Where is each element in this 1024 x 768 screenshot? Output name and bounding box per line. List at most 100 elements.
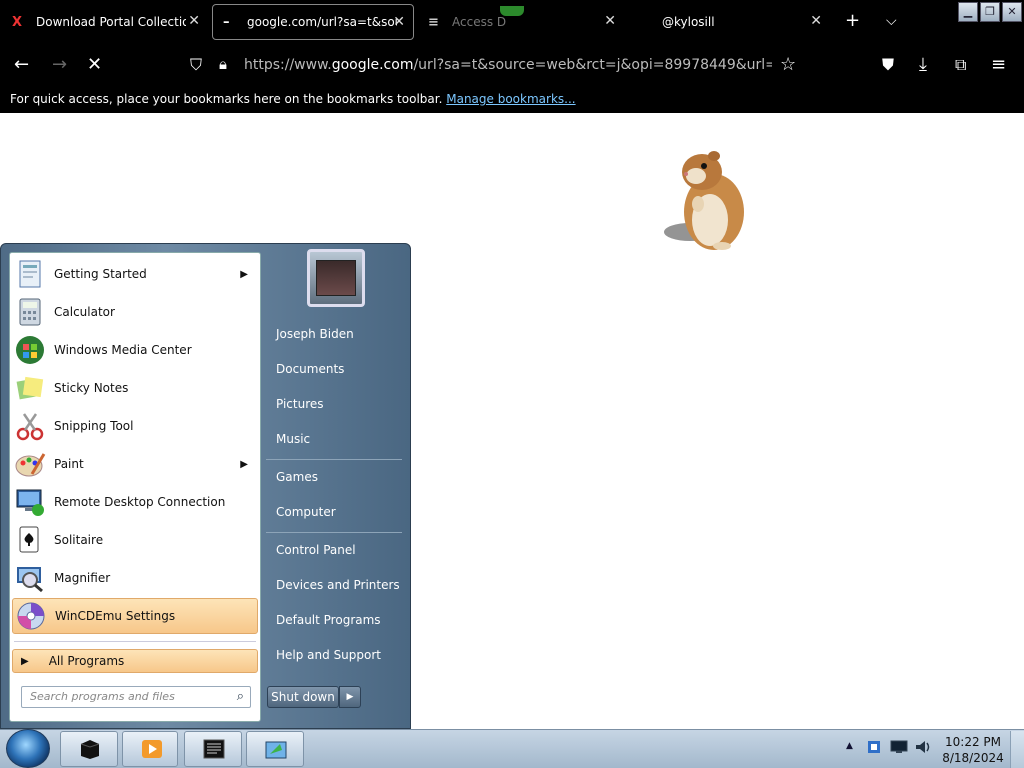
network-icon[interactable]: [890, 740, 908, 754]
close-tab-icon[interactable]: ✕: [188, 13, 200, 29]
tab-download-portal[interactable]: X Download Portal Collection ✕: [2, 4, 208, 40]
black-box-app-icon: [80, 740, 100, 759]
url-prefix: https://www.: [244, 57, 332, 73]
taskbar-app-1[interactable]: [60, 731, 118, 767]
all-programs-arrow-icon: ▶: [21, 655, 29, 667]
show-desktop-button[interactable]: [1010, 731, 1024, 768]
user-picture[interactable]: [307, 249, 365, 307]
tab-label: Access D: [452, 15, 507, 29]
program-solitaire[interactable]: Solitaire: [12, 522, 258, 558]
command-prompt-icon: [203, 739, 225, 759]
media-center-icon: [16, 336, 44, 364]
navigation-bar: ← → ✕ ⛉ 🔒︎ https://www.google.com/url?sa…: [0, 44, 1024, 86]
start-item-default-programs[interactable]: Default Programs: [276, 613, 381, 627]
program-label: Getting Started: [54, 267, 147, 281]
program-remote-desktop[interactable]: Remote Desktop Connection: [12, 484, 258, 520]
url-path: /url?sa=t&source=web&rct=j&opi=89978449&…: [413, 57, 772, 73]
paint-icon: [15, 453, 46, 477]
clock-time: 10:22 PM: [945, 735, 1001, 749]
start-item-documents[interactable]: Documents: [276, 362, 344, 376]
menu-hamburger-icon[interactable]: ≡: [991, 54, 1006, 75]
start-orb-button[interactable]: [6, 729, 50, 768]
back-arrow-icon[interactable]: ←: [14, 54, 29, 75]
start-item-computer[interactable]: Computer: [276, 505, 336, 519]
search-icon[interactable]: ⌕: [237, 689, 244, 704]
program-snipping-tool[interactable]: Snipping Tool: [12, 408, 258, 444]
tab-kylosill[interactable]: @kylosill ✕: [628, 4, 830, 40]
search-placeholder: Search programs and files: [30, 690, 175, 703]
taskbar-app-media-player[interactable]: [122, 731, 178, 767]
program-sticky-notes[interactable]: Sticky Notes: [12, 370, 258, 406]
bookmark-star-icon[interactable]: ☆: [780, 54, 796, 75]
new-tab-plus-icon[interactable]: +: [845, 10, 860, 31]
x-favicon-icon: X: [12, 14, 23, 30]
program-label: Remote Desktop Connection: [54, 495, 226, 509]
solitaire-icon: [19, 526, 39, 553]
program-label: Magnifier: [54, 571, 111, 585]
tab-google-url[interactable]: – google.com/url?sa=t&source ✕: [212, 4, 414, 40]
start-item-games[interactable]: Games: [276, 470, 318, 484]
system-clock[interactable]: 10:22 PM 8/18/2024: [940, 734, 1006, 766]
program-getting-started[interactable]: Getting Started ▶: [12, 256, 258, 292]
bookmarks-hint-text: For quick access, place your bookmarks h…: [10, 92, 443, 106]
url-domain: google.com: [331, 57, 414, 73]
close-window-icon[interactable]: ✕: [1002, 2, 1022, 22]
close-tab-icon[interactable]: ✕: [393, 14, 405, 30]
program-calculator[interactable]: Calculator: [12, 294, 258, 330]
restore-icon[interactable]: ❐: [980, 2, 1000, 22]
extensions-icon[interactable]: ⧉: [955, 55, 966, 75]
sticky-notes-icon: [16, 376, 44, 400]
program-magnifier[interactable]: Magnifier: [12, 560, 258, 596]
close-tab-icon[interactable]: ✕: [810, 13, 822, 29]
program-wincdemu-settings[interactable]: WinCDEmu Settings: [12, 598, 258, 634]
submenu-arrow-icon: ▶: [240, 458, 248, 470]
volume-icon[interactable]: [914, 739, 932, 755]
url-field[interactable]: https://www.google.com/url?sa=t&source=w…: [244, 57, 772, 73]
start-item-devices-printers[interactable]: Devices and Printers: [276, 578, 400, 592]
tracking-shield-icon[interactable]: ⛉: [190, 55, 202, 75]
window-controls: ▁ ❐ ✕: [958, 2, 1022, 22]
downloads-icon[interactable]: ⤓: [919, 54, 927, 75]
manage-bookmarks-link[interactable]: Manage bookmarks...: [446, 92, 575, 106]
media-player-icon: [142, 740, 162, 758]
tray-app-icon[interactable]: [866, 739, 882, 755]
start-item-control-panel[interactable]: Control Panel: [276, 543, 356, 557]
show-hidden-icons-icon[interactable]: ▲: [846, 741, 853, 751]
calculator-icon: [19, 298, 41, 326]
tab-strip: X Download Portal Collection ✕ – google.…: [0, 0, 1024, 44]
forward-arrow-icon[interactable]: →: [52, 54, 67, 75]
tab-label: @kylosill: [662, 15, 715, 29]
start-item-help-support[interactable]: Help and Support: [276, 648, 381, 662]
divider: [266, 532, 402, 533]
taskbar-app-browser[interactable]: [246, 731, 304, 767]
search-programs-input[interactable]: Search programs and files ⌕: [21, 686, 251, 708]
shutdown-options-arrow-icon[interactable]: ▶: [339, 686, 361, 708]
all-programs-label: All Programs: [48, 654, 125, 668]
program-label: Calculator: [54, 305, 115, 319]
pocket-icon[interactable]: ⛊: [882, 55, 894, 75]
submenu-arrow-icon: ▶: [240, 268, 248, 280]
divider: [266, 459, 402, 460]
program-label: Windows Media Center: [54, 343, 192, 357]
clock-date: 8/18/2024: [942, 751, 1004, 765]
list-tabs-chevron-icon[interactable]: ⌵: [886, 13, 897, 29]
tab-label: Download Portal Collection: [36, 15, 186, 29]
remote-desktop-icon: [16, 489, 44, 516]
tab-label: google.com/url?sa=t&source: [247, 15, 397, 29]
program-paint[interactable]: Paint ▶: [12, 446, 258, 482]
program-label: Solitaire: [54, 533, 104, 547]
close-tab-icon[interactable]: ✕: [604, 13, 616, 29]
program-label: Snipping Tool: [54, 419, 134, 433]
taskbar-app-cmd[interactable]: [184, 731, 242, 767]
shutdown-button[interactable]: Shut down: [267, 686, 339, 708]
minimize-icon[interactable]: ▁: [958, 2, 978, 22]
program-label: Sticky Notes: [54, 381, 129, 395]
all-programs-button[interactable]: ▶ All Programs: [12, 649, 258, 673]
program-windows-media-center[interactable]: Windows Media Center: [12, 332, 258, 368]
hamster-image: [664, 151, 744, 250]
start-item-user[interactable]: Joseph Biden: [276, 327, 354, 341]
padlock-icon[interactable]: 🔒︎: [219, 55, 227, 73]
start-item-pictures[interactable]: Pictures: [276, 397, 324, 411]
stop-loading-icon[interactable]: ✕: [87, 54, 102, 75]
start-item-music[interactable]: Music: [276, 432, 310, 446]
